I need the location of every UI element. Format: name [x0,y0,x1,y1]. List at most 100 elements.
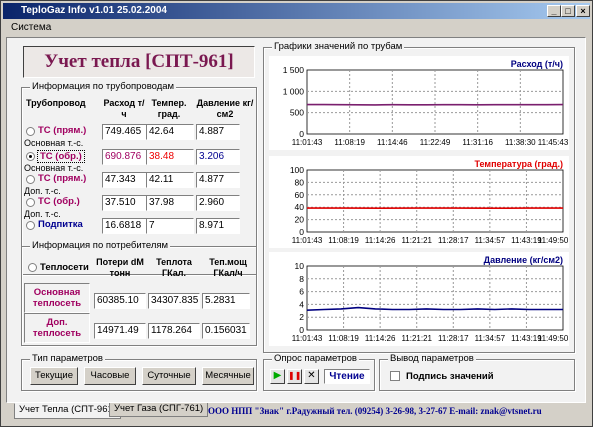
flow-value: 690.876 [102,149,150,165]
flow-value: 749.465 [102,124,150,140]
temp-value: 38.48 [146,149,194,165]
pipes-group-label: Информация по трубопроводам [30,81,177,92]
x-tick-label: 11:31:16 [462,138,493,147]
x-tick-label: 11:14:46 [377,138,408,147]
tab-heat[interactable]: Учет Тепла (СПТ-961) [14,403,121,419]
pressure-value: 2.960 [196,195,240,211]
close-button[interactable]: × [576,5,590,17]
power-value: 0.156031 [202,323,250,339]
loss-value: 60385.10 [94,293,146,309]
menu-bar: Система [3,21,590,35]
y-tick-label: 6 [299,287,304,297]
y-tick-label: 60 [295,190,305,200]
pressure-value: 4.877 [196,172,240,188]
pipes-header: Трубопровод [26,98,86,108]
param-type-label: Тип параметров [30,353,105,364]
pipe-radio[interactable] [26,175,35,184]
y-tick-label: 20 [295,215,305,225]
signature-checkbox[interactable] [390,371,400,381]
y-tick-label: 40 [295,202,305,212]
pipe-sublabel: Основная т.-с. [24,163,84,173]
x-tick-label: 11:28:17 [438,236,469,245]
main-window: TeploGaz Info v1.01 25.02.2004 _ □ × Сис… [0,0,593,427]
chart-svg: 108642011:01:43 11:08:19 11:14:26 11:21:21 1… [292,255,569,343]
stop-icon[interactable]: ✕ [304,369,319,384]
maximize-button[interactable]: □ [561,5,575,17]
x-tick-label: 11:45:43 [538,138,569,147]
chart-svg: 1 5001 000500011:01:43 11:08:19 11:14:46 11… [283,59,569,147]
output-group-label: Вывод параметров [388,353,476,364]
y-tick-label: 4 [299,299,304,309]
temp-value: 42.64 [146,124,194,140]
pipes-header: Давление кг/см2 [196,98,254,119]
pipe-label[interactable]: ТС (прям.) [38,125,86,136]
pipe-label[interactable]: ТС (обр.) [38,196,80,207]
heat-value: 34307.835 [148,293,200,309]
chart-svg: 10080604020011:01:43 11:08:19 11:14:26 11:2… [290,159,569,245]
signature-label: Подпись значений [406,371,494,382]
menu-system[interactable]: Система [11,22,51,33]
pressure-value: 3.206 [196,149,240,165]
pipe-radio[interactable] [26,127,35,136]
charts-group: Графики значений по трубам 1 500 1 000 500… [263,41,575,353]
daily-button[interactable]: Суточные [142,367,196,385]
chart-panel: 1 500 1 000 500 0 11:01:43 11:08:19 11:14:46 11… [269,56,569,150]
x-tick-label: 11:01:43 [292,236,323,245]
minimize-button[interactable]: _ [547,5,561,17]
chart-panel: 100 80 60 40 20 0 11:01:43 11:08:19 11:14:26 11:2… [269,156,569,248]
hourly-button[interactable]: Часовые [84,367,136,385]
x-tick-label: 11:21:21 [401,236,432,245]
current-button[interactable]: Текущие [30,367,78,385]
x-tick-label: 11:08:19 [328,236,359,245]
poll-group-label: Опрос параметров [272,353,359,364]
y-tick-label: 1 000 [283,86,305,96]
consumers-header: Потери dM тонн [96,257,144,278]
pipe-label[interactable]: ТС (прям.) [38,173,86,184]
y-tick-label: 80 [295,177,305,187]
x-tick-label: 11:08:19 [328,334,359,343]
chart-panel: 10 8 6 4 2 0 11:01:43 11:08:19 11:14:26 11:21:21 1… [269,252,569,346]
pipe-radio[interactable] [26,221,35,230]
consumers-header: Теплота ГКал. [156,257,192,278]
tab-gas[interactable]: Учет Газа (СПГ-761) [109,403,209,417]
chart-title: Температура (град.) [474,159,563,169]
power-value: 5.2831 [202,293,250,309]
pipe-label[interactable]: Подпитка [38,219,83,230]
footer-contact: ООО НПП "Знак" г.Радужный тел. (09254) 3… [208,406,542,416]
y-tick-label: 2 [299,312,304,322]
consumer-label: Доп. теплосеть [32,317,82,339]
x-tick-label: 11:08:19 [334,138,365,147]
param-type-group: Тип параметров Текущие Часовые Суточные … [21,353,257,391]
flow-value: 47.343 [102,172,150,188]
consumers-group: Информация по потребителям Теплосети Поте… [21,240,257,346]
chart-title: Расход (т/ч) [511,59,563,69]
plot-area [306,265,564,331]
play-icon[interactable]: ▶ [270,369,285,384]
pause-icon[interactable]: ❚❚ [287,369,302,384]
poll-status: Чтение [324,369,370,384]
pipe-radio[interactable] [26,198,35,207]
x-tick-label: 11:22:49 [420,138,451,147]
y-tick-label: 1 500 [283,65,305,75]
window-title: TeploGaz Info v1.01 25.02.2004 [21,5,167,16]
consumers-radio-label: Теплосети [40,262,89,273]
flow-value: 16.6818 [102,218,150,234]
client-area: Учет тепла [СПТ-961] Информация по трубо… [6,37,586,403]
consumers-radio[interactable] [28,263,37,272]
poll-group: Опрос параметров ▶ ❚❚ ✕ Чтение [263,353,375,391]
y-tick-label: 500 [290,108,304,118]
y-tick-label: 8 [299,274,304,284]
temp-value: 7 [146,218,194,234]
x-tick-label: 11:34:57 [475,236,506,245]
monthly-button[interactable]: Месячные [202,367,254,385]
consumers-group-label: Информация по потребителям [30,240,171,251]
pipes-header: Расход т/ч [103,98,145,119]
pipe-label[interactable]: ТС (обр.) [37,150,85,163]
x-tick-label: 11:21:21 [401,334,432,343]
pipe-radio[interactable] [26,152,35,161]
pipe-sublabel: Основная т.-с. [24,138,84,148]
plot-area [306,169,564,233]
x-tick-label: 11:14:26 [365,236,396,245]
flow-value: 37.510 [102,195,150,211]
title-bar: TeploGaz Info v1.01 25.02.2004 [3,3,590,19]
